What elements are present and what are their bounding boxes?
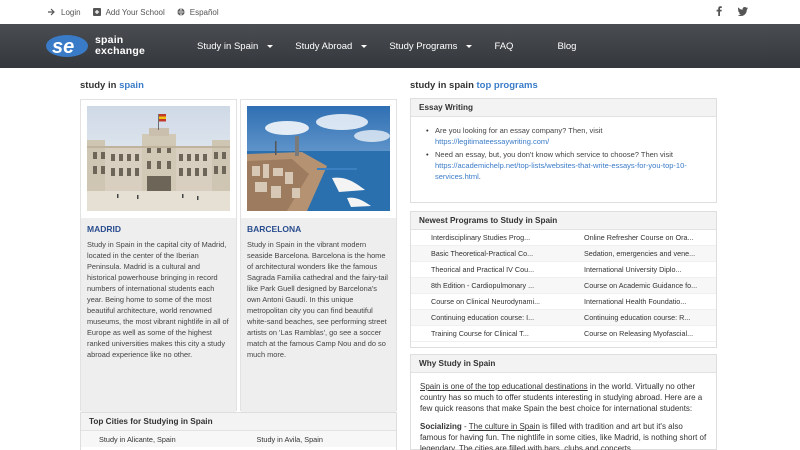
language-label: Español bbox=[189, 7, 219, 17]
item-suffix: . bbox=[478, 172, 481, 181]
logo-text: spain exchange bbox=[95, 35, 145, 57]
why-paragraph-1: Spain is one of the top educational dest… bbox=[420, 381, 707, 414]
table-row: Basic Theoretical-Practical Co... Sedatio… bbox=[411, 246, 716, 262]
madrid-info: MADRID Study in Spain in the capital cit… bbox=[81, 218, 236, 412]
table-row: Interdisciplinary Studies Prog... Online … bbox=[411, 230, 716, 246]
logo-line2: exchange bbox=[95, 45, 146, 57]
facebook-icon[interactable] bbox=[714, 6, 724, 16]
inline-link[interactable]: Spain is one of the top educational dest… bbox=[420, 382, 588, 391]
why-body: Spain is one of the top educational dest… bbox=[411, 373, 716, 450]
left-section-title: study in spain bbox=[80, 80, 144, 91]
essay-list: Are you looking for an essay company? Th… bbox=[411, 117, 716, 182]
site-logo[interactable]: se spain exchange bbox=[44, 33, 145, 59]
twitter-icon[interactable] bbox=[738, 6, 748, 16]
chevron-down-icon bbox=[466, 44, 473, 48]
barcelona-photo bbox=[247, 106, 390, 211]
program-link[interactable]: Theorical and Practical IV Cou... bbox=[411, 265, 564, 274]
city-link[interactable]: Study in Avila, Spain bbox=[239, 435, 397, 444]
program-link[interactable]: 8th Edition - Cardiopulmonary ... bbox=[411, 281, 564, 290]
right-section-title: study in spain top programs bbox=[410, 80, 538, 91]
panel-heading: Why Study in Spain bbox=[411, 355, 716, 373]
program-link[interactable]: Basic Theoretical-Practical Co... bbox=[411, 249, 564, 258]
login-link[interactable]: Login bbox=[48, 8, 81, 17]
section-title-accent: top programs bbox=[476, 80, 538, 91]
social-links bbox=[714, 6, 748, 16]
nav-study-programs[interactable]: Study Programs bbox=[389, 40, 473, 52]
main-navbar: se spain exchange Study in Spain Study A… bbox=[0, 24, 800, 68]
barcelona-info: BARCELONA Study in Spain in the vibrant … bbox=[241, 218, 396, 412]
nav-label: Study in Spain bbox=[197, 40, 259, 52]
program-link[interactable]: Training Course for Clinical T... bbox=[411, 329, 564, 338]
add-school-label: Add Your School bbox=[105, 7, 165, 17]
add-school-link[interactable]: Add Your School bbox=[92, 7, 165, 17]
globe-icon bbox=[177, 8, 185, 16]
city-description: Study in Spain in the capital city of Ma… bbox=[87, 240, 229, 359]
essay-writing-panel: Essay Writing Are you looking for an ess… bbox=[410, 98, 717, 203]
nav-study-in-spain[interactable]: Study in Spain bbox=[197, 40, 274, 52]
program-link[interactable]: Course on Clinical Neurodynami... bbox=[411, 297, 564, 306]
panel-heading: Essay Writing bbox=[411, 99, 716, 117]
why-study-panel: Why Study in Spain Spain is one of the t… bbox=[410, 354, 717, 450]
program-link[interactable]: Continuing education course: I... bbox=[411, 313, 564, 322]
login-label: Login bbox=[61, 7, 81, 17]
table-row: 8th Edition - Cardiopulmonary ... Course … bbox=[411, 278, 716, 294]
program-link[interactable]: Sedation, emergencies and vene... bbox=[564, 249, 714, 258]
nav-label: Blog bbox=[557, 40, 577, 52]
table-row: Theorical and Practical IV Cou... Interna… bbox=[411, 262, 716, 278]
item-text: Need an essay, but, you don't know which… bbox=[435, 150, 673, 159]
city-card-barcelona[interactable]: BARCELONA Study in Spain in the vibrant … bbox=[240, 99, 397, 412]
city-name: BARCELONA bbox=[247, 224, 302, 234]
chevron-down-icon bbox=[361, 44, 368, 48]
chevron-down-icon bbox=[267, 44, 274, 48]
section-title-main: study in bbox=[80, 80, 120, 91]
utility-bar: Login Add Your School Español bbox=[0, 0, 800, 24]
paragraph-dash: - bbox=[461, 422, 469, 431]
section-title-accent: spain bbox=[119, 80, 144, 91]
list-item: Are you looking for an essay company? Th… bbox=[426, 125, 702, 147]
nav-label: FAQ bbox=[494, 40, 514, 52]
nav-study-abroad[interactable]: Study Abroad bbox=[295, 40, 368, 52]
program-link[interactable]: Interdisciplinary Studies Prog... bbox=[411, 233, 564, 242]
plus-square-icon bbox=[92, 8, 101, 16]
primary-nav: Study in Spain Study Abroad Study Progra… bbox=[197, 24, 598, 68]
table-row: Training Course for Clinical T... Course … bbox=[411, 326, 716, 342]
city-link[interactable]: Study in Alicante, Spain bbox=[81, 435, 239, 444]
panel-heading: Newest Programs to Study in Spain bbox=[411, 212, 716, 230]
svg-text:se: se bbox=[52, 36, 74, 58]
table-row: Continuing education course: I... Continu… bbox=[411, 310, 716, 326]
nav-blog[interactable]: Blog bbox=[557, 41, 576, 52]
city-name: MADRID bbox=[87, 224, 121, 234]
program-link[interactable]: Course on Academic Guidance fo... bbox=[564, 281, 714, 290]
logo-mark-icon: se bbox=[46, 35, 88, 58]
essay-link[interactable]: https://academichelp.net/top-lists/websi… bbox=[435, 161, 687, 181]
top-cities-panel: Top Cities for Studying in Spain Study i… bbox=[80, 412, 397, 450]
city-description: Study in Spain in the vibrant modern sea… bbox=[247, 240, 388, 359]
program-link[interactable]: Continuing education course: R... bbox=[564, 313, 714, 322]
why-paragraph-2: Socializing - The culture in Spain is fi… bbox=[420, 421, 707, 450]
list-row: Study in Alicante, Spain Study in Avila,… bbox=[81, 431, 396, 447]
panel-heading: Top Cities for Studying in Spain bbox=[81, 413, 396, 431]
nav-faq[interactable]: FAQ bbox=[494, 41, 513, 52]
program-link[interactable]: Online Refresher Course on Ora... bbox=[564, 233, 714, 242]
nav-label: Study Abroad bbox=[295, 40, 353, 52]
table-row: Course on Clinical Neurodynami... Interna… bbox=[411, 294, 716, 310]
item-text: Are you looking for an essay company? Th… bbox=[435, 126, 603, 135]
paragraph-lead: Socializing bbox=[420, 422, 462, 431]
section-title-main: study in spain bbox=[410, 80, 477, 91]
program-link[interactable]: International Health Foundatio... bbox=[564, 297, 714, 306]
language-link[interactable]: Español bbox=[177, 8, 219, 17]
newest-programs-panel: Newest Programs to Study in Spain Interd… bbox=[410, 211, 717, 348]
essay-link[interactable]: https://legitimateessaywriting.com/ bbox=[435, 137, 549, 146]
nav-label: Study Programs bbox=[389, 40, 458, 52]
login-icon bbox=[48, 8, 56, 16]
page-content: study in spain MADRID Study in Spain in … bbox=[0, 68, 800, 450]
inline-link[interactable]: The culture in Spain bbox=[469, 422, 540, 431]
city-card-madrid[interactable]: MADRID Study in Spain in the capital cit… bbox=[80, 99, 237, 412]
madrid-photo bbox=[87, 106, 230, 211]
program-link[interactable]: Course on Releasing Myofascial... bbox=[564, 329, 714, 338]
program-link[interactable]: International University Diplo... bbox=[564, 265, 714, 274]
programs-table: Interdisciplinary Studies Prog... Online … bbox=[411, 230, 716, 342]
list-item: Need an essay, but, you don't know which… bbox=[426, 149, 702, 182]
